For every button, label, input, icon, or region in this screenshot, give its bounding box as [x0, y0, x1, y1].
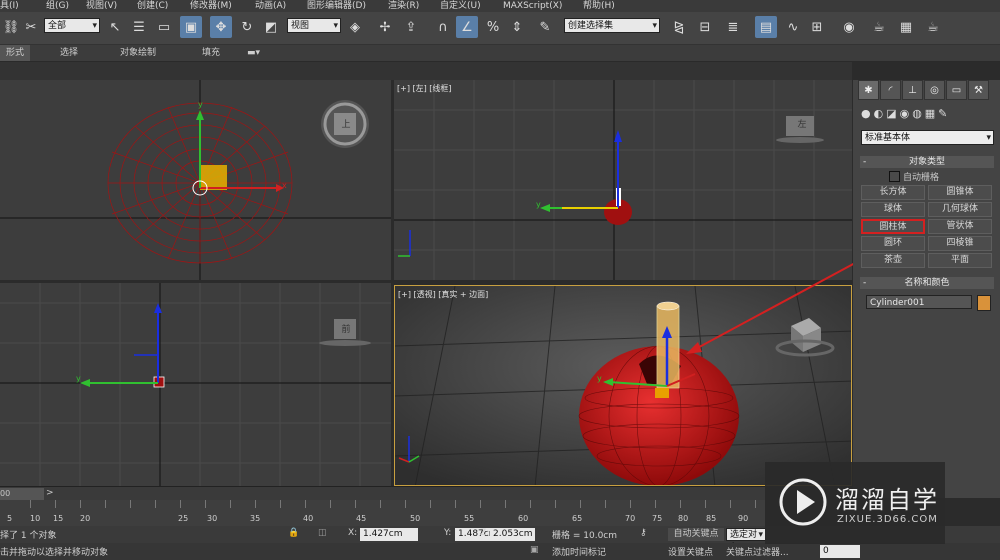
add-time-tag[interactable]: 添加时间标记	[552, 545, 606, 558]
autogrid-label: 自动栅格	[903, 173, 940, 183]
object-name-field[interactable]: Cylinder001	[866, 295, 972, 309]
autogrid-checkbox[interactable]	[889, 171, 900, 182]
tick-label: 75	[652, 514, 663, 523]
key-mode-dropdown[interactable]: 选定对象	[726, 528, 766, 553]
create-category-icons[interactable]: ●◐◪◉◍▦✎	[861, 107, 997, 121]
object-color-swatch[interactable]	[977, 295, 991, 311]
hierarchy-tab-icon[interactable]: ⊥	[902, 80, 923, 100]
key-filters-button[interactable]: 关键点过滤器...	[726, 545, 789, 558]
name-color-header: 名称和颜色	[904, 278, 950, 288]
tick-label: 25	[178, 514, 189, 523]
tick-label: 90	[738, 514, 749, 523]
rollout-collapse: -	[863, 157, 867, 167]
lock-selection-icon[interactable]: 🔒	[288, 528, 299, 538]
tick-label: 60	[518, 514, 529, 523]
tick-label: 20	[80, 514, 91, 523]
key-icon[interactable]: ⚷	[640, 528, 647, 538]
time-slider[interactable]: 00 >	[0, 486, 765, 501]
cylinder-button[interactable]: 圆柱体	[861, 219, 925, 234]
tick-label: 50	[410, 514, 421, 523]
grid-size: 栅格 = 10.0cm	[552, 531, 618, 541]
teapot-button[interactable]: 茶壶	[861, 253, 925, 268]
sphere-button[interactable]: 球体	[861, 202, 925, 217]
frame-counter[interactable]: 00	[0, 488, 44, 500]
x-coordinate-field[interactable]: 1.427cm	[360, 528, 418, 541]
tick-label: 30	[207, 514, 218, 523]
y-label: Y:	[444, 528, 452, 538]
display-tab-icon[interactable]: ▭	[946, 80, 967, 100]
box-button[interactable]: 长方体	[861, 185, 925, 200]
create-tab-icon[interactable]: ✱	[858, 80, 879, 100]
track-bar[interactable]: 5 10 15 20 25 30 35 40 45 50 55 60 65 70…	[0, 500, 765, 526]
command-panel: ✱ ◜ ⊥ ◎ ▭ ⚒ ●◐◪◉◍▦✎ 标准基本体 - 对象类型 自动栅格 长方体…	[853, 80, 1000, 498]
tick-label: 10	[30, 514, 41, 523]
watermark-logo-icon	[779, 478, 827, 526]
plane-button[interactable]: 平面	[928, 253, 992, 268]
time-tag-icon[interactable]: ▣	[530, 545, 539, 555]
motion-tab-icon[interactable]: ◎	[924, 80, 945, 100]
current-frame-field[interactable]: 0	[820, 545, 860, 558]
auto-key-button[interactable]: 自动关键点	[668, 528, 724, 541]
tick-label: 85	[706, 514, 717, 523]
tick-label: 55	[464, 514, 475, 523]
tick-label: 35	[250, 514, 261, 523]
z-coordinate-field[interactable]: 2.053cm	[490, 528, 535, 541]
prompt-bar: 击并拖动以选择并移动对象 ▣ 添加时间标记 设置关键点 关键点过滤器... 0	[0, 543, 1000, 560]
tick-label: 15	[53, 514, 64, 523]
watermark: 溜溜自学 ZIXUE.3D66.COM	[765, 462, 945, 544]
geosphere-button[interactable]: 几何球体	[928, 202, 992, 217]
tick-label: 5	[7, 514, 13, 523]
prompt-text: 击并拖动以选择并移动对象	[0, 548, 109, 558]
selection-status: 择了 1 个对象	[0, 531, 57, 541]
tick-label: 40	[303, 514, 314, 523]
tick-label: 65	[572, 514, 583, 523]
z-label: Z:	[480, 528, 490, 538]
tube-button[interactable]: 管状体	[928, 219, 992, 234]
tick-label: 80	[678, 514, 689, 523]
primitive-type-dropdown[interactable]: 标准基本体	[861, 130, 994, 146]
absolute-mode-icon[interactable]: ◫	[318, 528, 327, 538]
torus-button[interactable]: 圆环	[861, 236, 925, 251]
object-type-rollout[interactable]: - 对象类型	[860, 156, 994, 168]
name-color-rollout[interactable]: - 名称和颜色	[860, 277, 994, 289]
watermark-url: ZIXUE.3D66.COM	[837, 514, 938, 525]
set-key-button[interactable]: 设置关键点	[668, 545, 713, 558]
cone-button[interactable]: 圆锥体	[928, 185, 992, 200]
pyramid-button[interactable]: 四棱锥	[928, 236, 992, 251]
tick-label: 70	[625, 514, 636, 523]
next-frame-button[interactable]: >	[46, 488, 54, 498]
tick-label: 45	[356, 514, 367, 523]
object-type-header: 对象类型	[908, 157, 945, 167]
watermark-brand: 溜溜自学	[835, 486, 939, 514]
rollout-collapse-2: -	[863, 278, 867, 288]
x-label: X:	[348, 528, 358, 538]
modify-tab-icon[interactable]: ◜	[880, 80, 901, 100]
utilities-tab-icon[interactable]: ⚒	[968, 80, 989, 100]
